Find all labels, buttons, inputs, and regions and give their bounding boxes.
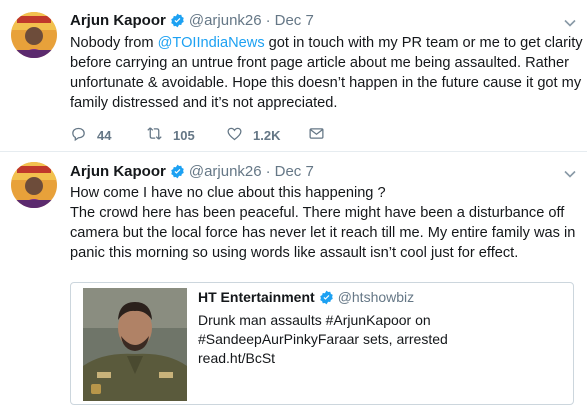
chevron-down-icon[interactable]: [563, 16, 577, 30]
quoted-text-line: #SandeepAurPinkyFaraar sets, arrested: [198, 331, 448, 347]
tweet-text-line: family distressed and it’s not appreciat…: [70, 95, 338, 111]
author-handle[interactable]: @arjunk26: [189, 163, 262, 180]
verified-badge-icon: [170, 164, 185, 179]
author-name[interactable]: Arjun Kapoor: [70, 12, 166, 29]
chevron-down-icon[interactable]: [563, 167, 577, 181]
quoted-author-handle[interactable]: @htshowbiz: [338, 289, 414, 305]
verified-badge-icon: [170, 13, 185, 28]
avatar[interactable]: [11, 12, 57, 58]
reply-button[interactable]: 44: [70, 125, 146, 145]
retweet-icon: [146, 125, 163, 145]
envelope-icon: [308, 125, 325, 145]
avatar[interactable]: [11, 162, 57, 208]
tweet-text-line: unfortunate & avoidable. Hope this doesn…: [70, 75, 582, 91]
tweet[interactable]: Arjun Kapoor @arjunk26 · Dec 7 Nobody fr…: [0, 0, 587, 152]
separator-dot: ·: [265, 11, 271, 29]
direct-message-button[interactable]: [308, 125, 325, 145]
quoted-text-line: read.ht/BcSt: [198, 350, 276, 366]
separator-dot: ·: [265, 162, 271, 180]
tweet-actions: 44 105 1.2K: [70, 126, 325, 144]
tweet-text-line: Nobody from @TOIIndiaNews got in touch w…: [70, 33, 583, 53]
like-button[interactable]: 1.2K: [226, 125, 308, 145]
quoted-tweet-text: Drunk man assaults #ArjunKapoor on #Sand…: [198, 311, 448, 368]
tweet-text-line: The crowd here has been peaceful. There …: [70, 205, 565, 221]
quoted-tweet-image[interactable]: [83, 288, 187, 401]
reply-count: 44: [97, 127, 112, 143]
like-count: 1.2K: [253, 127, 281, 143]
author-name[interactable]: Arjun Kapoor: [70, 163, 166, 180]
tweet-text: Nobody from @TOIIndiaNews got in touch w…: [70, 33, 583, 113]
quoted-text-line: Drunk man assaults #ArjunKapoor on: [198, 312, 431, 328]
tweet[interactable]: Arjun Kapoor @arjunk26 · Dec 7 How come …: [0, 152, 587, 417]
tweet-text: How come I have no clue about this happe…: [70, 183, 575, 263]
text-segment: Nobody from: [70, 35, 158, 51]
tweet-date[interactable]: Dec 7: [275, 163, 314, 180]
author-handle[interactable]: @arjunk26: [189, 12, 262, 29]
retweet-count: 105: [173, 127, 195, 143]
retweet-button[interactable]: 105: [146, 125, 226, 145]
tweet-date[interactable]: Dec 7: [275, 12, 314, 29]
text-segment: got in touch with my PR team or me to ge…: [264, 35, 583, 51]
mention-link[interactable]: @TOIIndiaNews: [158, 35, 265, 51]
tweet-text-line: How come I have no clue about this happe…: [70, 185, 386, 201]
tweet-header: Arjun Kapoor @arjunk26 · Dec 7: [70, 10, 314, 30]
heart-icon: [226, 125, 243, 145]
reply-icon: [70, 125, 87, 145]
verified-badge-icon: [319, 290, 334, 305]
quoted-tweet-header: HT Entertainment @htshowbiz: [198, 289, 414, 305]
tweet-text-line: camera but the local force has never let…: [70, 225, 576, 241]
tweet-header: Arjun Kapoor @arjunk26 · Dec 7: [70, 161, 314, 181]
quoted-tweet-card[interactable]: HT Entertainment @htshowbiz Drunk man as…: [70, 282, 574, 405]
quoted-author-name[interactable]: HT Entertainment: [198, 289, 315, 305]
tweet-text-line: before carrying an untrue front page art…: [70, 55, 569, 71]
tweet-text-line: panic this morning so using words like a…: [70, 245, 519, 261]
